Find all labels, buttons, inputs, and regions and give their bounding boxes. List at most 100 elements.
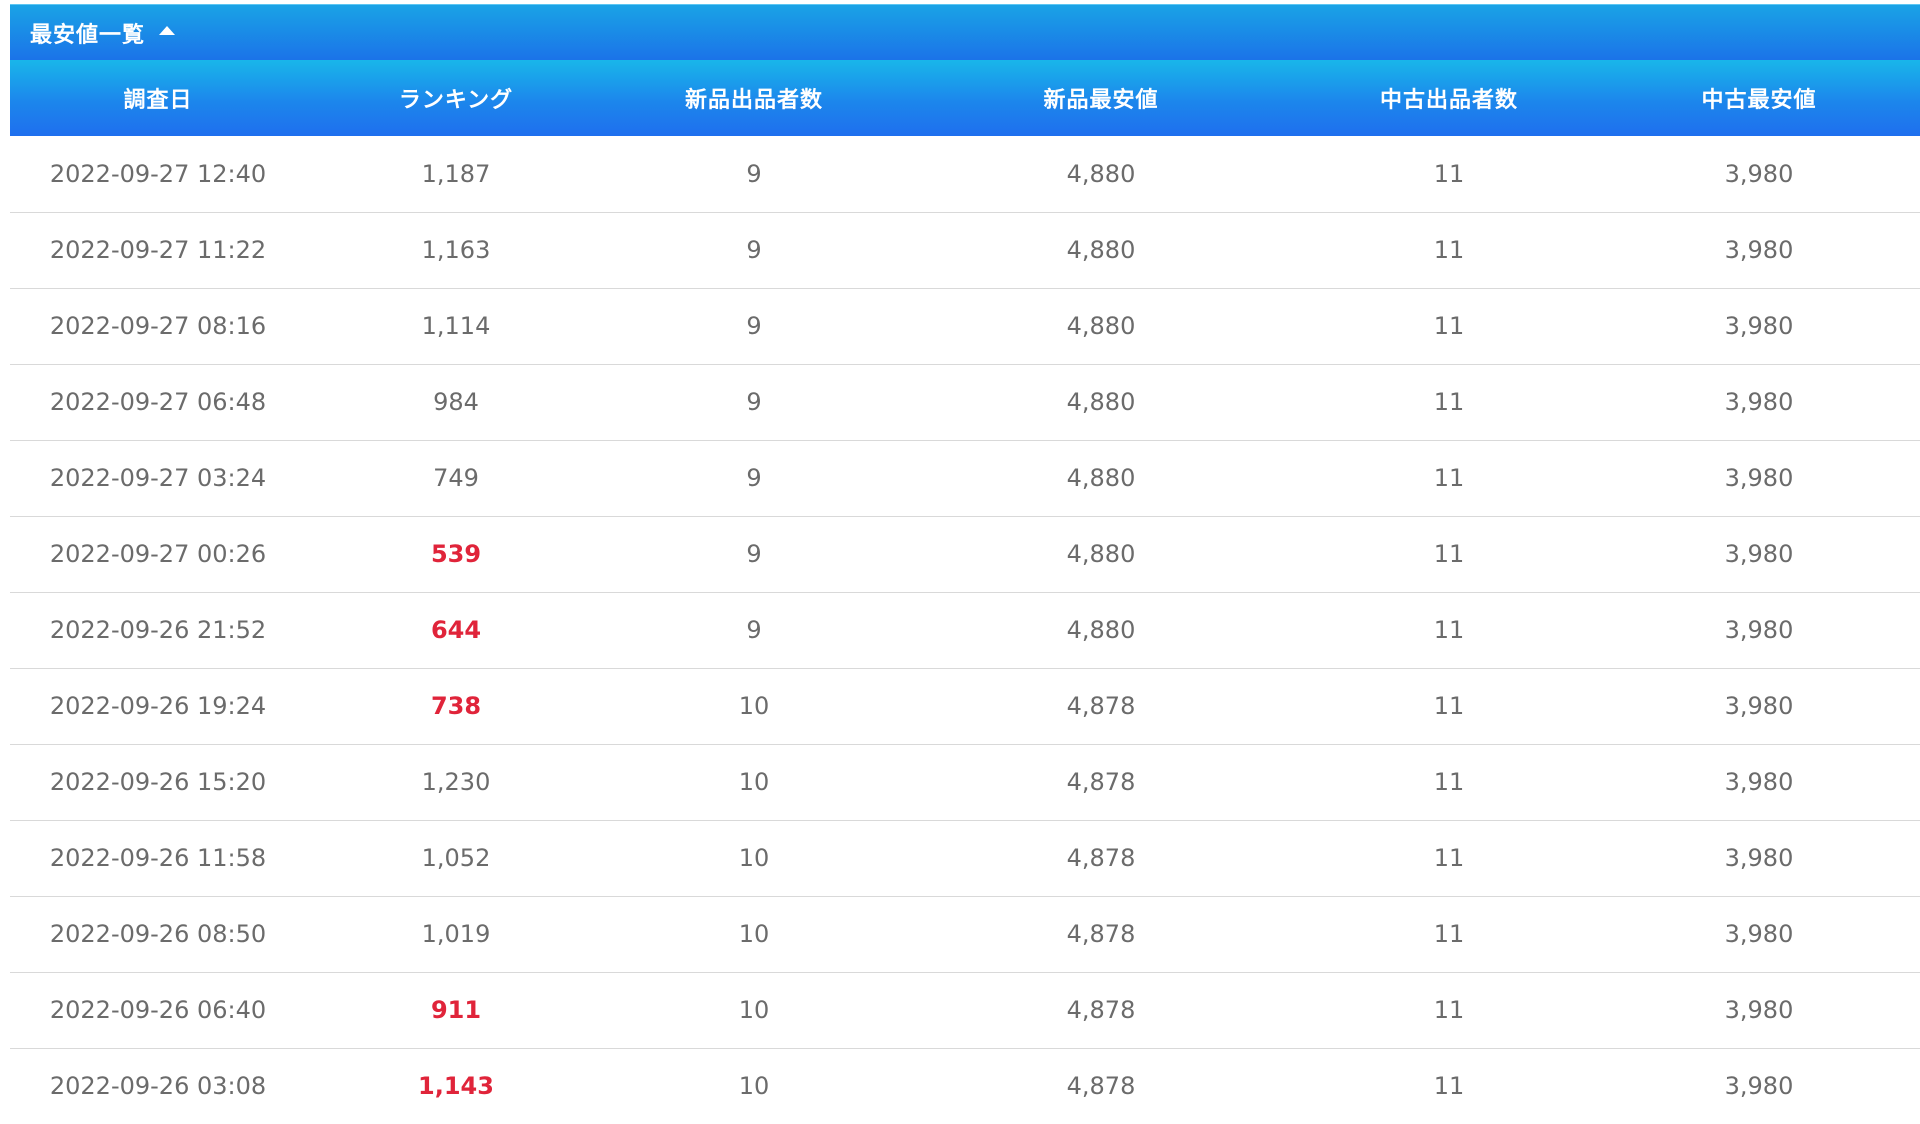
column-header-used-lowest: 中古最安値: [1701, 88, 1817, 113]
table-row: 2022-09-26 21:52 644 9 4,880 11 3,980: [10, 592, 1920, 668]
ranking-cell: 1,114: [421, 312, 491, 340]
table-body: 2022-09-27 12:40 1,187 9 4,880 11 3,980 2022-0…: [10, 136, 1920, 1124]
date-cell: 2022-09-27 06:48: [49, 388, 267, 416]
used-sellers-cell: 11: [1433, 236, 1465, 264]
new-lowest-cell: 4,878: [1066, 1072, 1136, 1101]
used-lowest-cell: 3,980: [1724, 540, 1794, 568]
date-cell: 2022-09-26 06:40: [49, 996, 267, 1024]
new-lowest-cell: 4,880: [1066, 388, 1136, 416]
new-sellers-cell: 9: [746, 312, 762, 340]
used-sellers-cell: 11: [1433, 464, 1465, 492]
new-sellers-cell: 10: [738, 692, 770, 720]
new-lowest-cell: 4,880: [1066, 616, 1136, 644]
new-lowest-cell: 4,880: [1066, 236, 1136, 264]
ranking-cell: 1,230: [421, 768, 491, 796]
panel-title: 最安値一覧: [30, 22, 146, 48]
used-sellers-cell: 11: [1433, 312, 1465, 340]
used-lowest-cell: 3,980: [1724, 464, 1794, 492]
ranking-cell: 1,052: [421, 844, 491, 872]
used-sellers-cell: 11: [1433, 388, 1465, 416]
ranking-cell: 738: [430, 692, 482, 720]
used-lowest-cell: 3,980: [1724, 388, 1794, 416]
ranking-cell: 1,163: [421, 236, 491, 264]
used-sellers-cell: 11: [1433, 920, 1465, 948]
ranking-cell: 749: [433, 464, 479, 492]
used-sellers-cell: 11: [1433, 540, 1465, 568]
used-lowest-cell: 3,980: [1724, 996, 1794, 1024]
ranking-cell: 911: [430, 996, 482, 1024]
panel-toggle-header[interactable]: 最安値一覧: [10, 4, 1920, 60]
column-header-used-sellers: 中古出品者数: [1379, 88, 1518, 113]
ranking-cell: 984: [433, 388, 479, 416]
new-sellers-cell: 9: [746, 159, 762, 188]
table-row: 2022-09-26 06:40 911 10 4,878 11 3,980: [10, 972, 1920, 1048]
table-row: 2022-09-26 19:24 738 10 4,878 11 3,980: [10, 668, 1920, 744]
table-row: 2022-09-27 11:22 1,163 9 4,880 11 3,980: [10, 212, 1920, 288]
date-cell: 2022-09-26 15:20: [49, 768, 267, 796]
used-sellers-cell: 11: [1433, 996, 1465, 1024]
new-lowest-cell: 4,878: [1066, 844, 1136, 872]
table-header-row: 調査日 ランキング 新品出品者数 新品最安値 中古出品者数 中古最安値: [10, 60, 1920, 136]
used-lowest-cell: 3,980: [1724, 844, 1794, 872]
ranking-cell: 1,187: [421, 159, 491, 188]
table-row: 2022-09-27 06:48 984 9 4,880 11 3,980: [10, 364, 1920, 440]
caret-up-icon[interactable]: [159, 26, 176, 35]
used-sellers-cell: 11: [1433, 844, 1465, 872]
used-lowest-cell: 3,980: [1724, 312, 1794, 340]
date-cell: 2022-09-27 03:24: [49, 464, 267, 492]
new-sellers-cell: 10: [738, 1072, 770, 1101]
ranking-cell: 1,143: [418, 1072, 494, 1101]
lowest-price-panel: 最安値一覧 調査日 ランキング 新品出品者数 新品最安値 中古出品者数 中古最安…: [10, 4, 1920, 1124]
date-cell: 2022-09-26 03:08: [49, 1072, 267, 1101]
date-cell: 2022-09-26 19:24: [49, 692, 267, 720]
used-sellers-cell: 11: [1433, 159, 1465, 188]
new-lowest-cell: 4,878: [1066, 996, 1136, 1024]
date-cell: 2022-09-27 12:40: [49, 159, 267, 188]
used-lowest-cell: 3,980: [1724, 616, 1794, 644]
new-lowest-cell: 4,880: [1066, 159, 1136, 188]
new-sellers-cell: 10: [738, 844, 770, 872]
new-lowest-cell: 4,878: [1066, 768, 1136, 796]
ranking-cell: 644: [430, 616, 482, 644]
new-lowest-cell: 4,880: [1066, 312, 1136, 340]
used-lowest-cell: 3,980: [1724, 692, 1794, 720]
column-header-new-lowest: 新品最安値: [1043, 88, 1159, 113]
column-header-date: 調査日: [123, 88, 193, 113]
used-lowest-cell: 3,980: [1724, 768, 1794, 796]
new-sellers-cell: 10: [738, 768, 770, 796]
date-cell: 2022-09-27 00:26: [49, 540, 267, 568]
used-sellers-cell: 11: [1433, 768, 1465, 796]
table-row: 2022-09-27 00:26 539 9 4,880 11 3,980: [10, 516, 1920, 592]
new-sellers-cell: 9: [746, 388, 762, 416]
used-lowest-cell: 3,980: [1724, 236, 1794, 264]
used-lowest-cell: 3,980: [1724, 1072, 1794, 1101]
table-row: 2022-09-26 03:08 1,143 10 4,878 11 3,980: [10, 1048, 1920, 1124]
date-cell: 2022-09-27 11:22: [49, 236, 267, 264]
new-sellers-cell: 9: [746, 540, 762, 568]
new-sellers-cell: 10: [738, 996, 770, 1024]
new-lowest-cell: 4,880: [1066, 540, 1136, 568]
used-sellers-cell: 11: [1433, 616, 1465, 644]
new-sellers-cell: 10: [738, 920, 770, 948]
table-row: 2022-09-27 08:16 1,114 9 4,880 11 3,980: [10, 288, 1920, 364]
used-lowest-cell: 3,980: [1724, 920, 1794, 948]
table-row: 2022-09-26 08:50 1,019 10 4,878 11 3,980: [10, 896, 1920, 972]
table-row: 2022-09-27 12:40 1,187 9 4,880 11 3,980: [10, 136, 1920, 212]
ranking-cell: 539: [430, 540, 482, 568]
new-lowest-cell: 4,878: [1066, 920, 1136, 948]
new-sellers-cell: 9: [746, 236, 762, 264]
lowest-price-table: 調査日 ランキング 新品出品者数 新品最安値 中古出品者数 中古最安値 2022…: [10, 60, 1920, 1124]
new-lowest-cell: 4,880: [1066, 464, 1136, 492]
date-cell: 2022-09-26 21:52: [49, 616, 267, 644]
column-header-ranking: ランキング: [398, 88, 514, 113]
date-cell: 2022-09-26 08:50: [49, 920, 267, 948]
used-sellers-cell: 11: [1433, 692, 1465, 720]
new-sellers-cell: 9: [746, 464, 762, 492]
table-row: 2022-09-27 03:24 749 9 4,880 11 3,980: [10, 440, 1920, 516]
date-cell: 2022-09-26 11:58: [49, 844, 267, 872]
used-sellers-cell: 11: [1433, 1072, 1465, 1101]
ranking-cell: 1,019: [421, 920, 491, 948]
table-row: 2022-09-26 15:20 1,230 10 4,878 11 3,980: [10, 744, 1920, 820]
table-row: 2022-09-26 11:58 1,052 10 4,878 11 3,980: [10, 820, 1920, 896]
new-sellers-cell: 9: [746, 616, 762, 644]
